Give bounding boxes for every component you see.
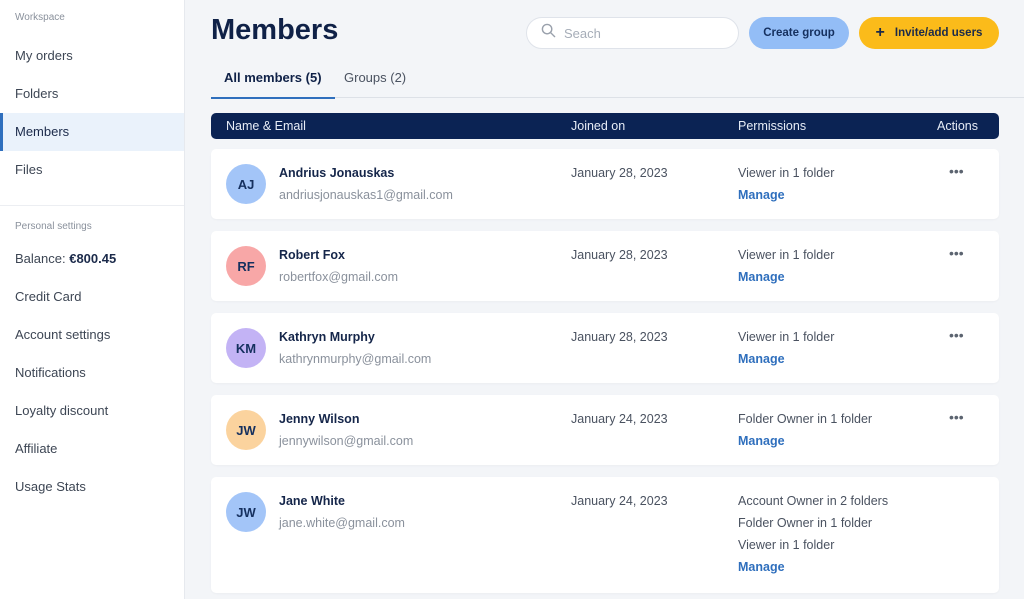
balance-value: €800.45 [69,251,117,266]
avatar: KM [226,328,266,368]
sidebar-item-credit-card[interactable]: Credit Card [0,278,184,316]
permission-line: Folder Owner in 1 folder [738,516,873,530]
member-joined-date: January 24, 2023 [571,494,668,508]
sidebar-item-folders[interactable]: Folders [0,75,184,113]
tab-groups[interactable]: Groups (2) [344,70,406,98]
invite-add-users-button[interactable]: + Invite/add users [859,17,999,49]
member-joined-date: January 28, 2023 [571,166,668,180]
page-title: Members [211,14,339,46]
column-header-permissions: Permissions [738,119,807,133]
sidebar-item-affiliate[interactable]: Affiliate [0,430,184,468]
manage-link[interactable]: Manage [738,434,785,448]
member-email: jennywilson@gmail.com [279,434,414,448]
permission-line: Account Owner in 2 folders [738,494,889,508]
column-header-actions: Actions [937,119,978,133]
search-icon [541,23,556,43]
manage-link[interactable]: Manage [738,270,785,284]
member-row: JW Jane White jane.white@gmail.com January … [211,477,999,593]
permission-line: Viewer in 1 folder [738,166,835,180]
sidebar-item-files[interactable]: Files [0,151,184,189]
search-input[interactable] [564,25,734,41]
member-email: andriusjonauskas1@gmail.com [279,188,453,202]
member-permissions: Viewer in 1 folder Manage [738,248,834,284]
invite-button-label: Invite/add users [894,27,983,39]
sidebar-item-notifications[interactable]: Notifications [0,354,184,392]
member-name: Andrius Jonauskas [279,166,395,180]
member-name: Robert Fox [279,248,345,262]
manage-link[interactable]: Manage [738,352,785,366]
plus-icon: + [875,24,885,41]
member-tabs: All members (5) Groups (2) [211,62,1024,99]
more-actions-icon[interactable]: ••• [949,163,964,179]
member-joined-date: January 28, 2023 [571,330,668,344]
column-header-name-email: Name & Email [226,119,306,133]
permission-line: Viewer in 1 folder [738,330,835,344]
create-group-button[interactable]: Create group [749,17,849,49]
member-permissions: Folder Owner in 1 folder Manage [738,412,872,448]
sidebar-item-loyalty-discount[interactable]: Loyalty discount [0,392,184,430]
balance-label: Balance: [15,251,66,266]
member-permissions: Account Owner in 2 folders Folder Owner i… [738,494,888,574]
avatar: AJ [226,164,266,204]
member-row: KM Kathryn Murphy kathrynmurphy@gmail.com J… [211,313,999,383]
more-actions-icon[interactable]: ••• [949,245,964,261]
sidebar-item-members[interactable]: Members [0,113,184,151]
member-email: robertfox@gmail.com [279,270,398,284]
member-name: Jenny Wilson [279,412,360,426]
manage-link[interactable]: Manage [738,560,785,574]
member-name: Kathryn Murphy [279,330,375,344]
sidebar-item-account-settings[interactable]: Account settings [0,316,184,354]
sidebar-item-my-orders[interactable]: My orders [0,37,184,75]
main-content: Members Create group + Invite/add users … [185,0,1024,599]
table-header: Name & Email Joined on Permissions Actio… [211,113,999,139]
search-box[interactable] [526,17,739,49]
member-permissions: Viewer in 1 folder Manage [738,166,834,202]
member-permissions: Viewer in 1 folder Manage [738,330,834,366]
permission-line: Viewer in 1 folder [738,538,835,552]
member-email: jane.white@gmail.com [279,516,405,530]
personal-settings-section-label: Personal settings [15,221,92,232]
member-email: kathrynmurphy@gmail.com [279,352,432,366]
column-header-joined-on: Joined on [571,119,626,133]
more-actions-icon[interactable]: ••• [949,327,964,343]
member-joined-date: January 28, 2023 [571,248,668,262]
avatar: RF [226,246,266,286]
workspace-section-label: Workspace [15,12,65,23]
sidebar-item-usage-stats[interactable]: Usage Stats [0,468,184,506]
sidebar: Workspace My orders Folders Members Files P… [0,0,185,599]
member-row: RF Robert Fox robertfox@gmail.com January 2… [211,231,999,301]
member-row: AJ Andrius Jonauskas andriusjonauskas1@gma… [211,149,999,219]
manage-link[interactable]: Manage [738,188,785,202]
member-row: JW Jenny Wilson jennywilson@gmail.com Janua… [211,395,999,465]
avatar: JW [226,410,266,450]
tab-all-members[interactable]: All members (5) [211,70,335,99]
permission-line: Viewer in 1 folder [738,248,835,262]
more-actions-icon[interactable]: ••• [949,409,964,425]
member-joined-date: January 24, 2023 [571,412,668,426]
avatar: JW [226,492,266,532]
permission-line: Folder Owner in 1 folder [738,412,873,426]
member-name: Jane White [279,494,345,508]
sidebar-item-balance[interactable]: Balance: €800.45 [0,240,184,278]
